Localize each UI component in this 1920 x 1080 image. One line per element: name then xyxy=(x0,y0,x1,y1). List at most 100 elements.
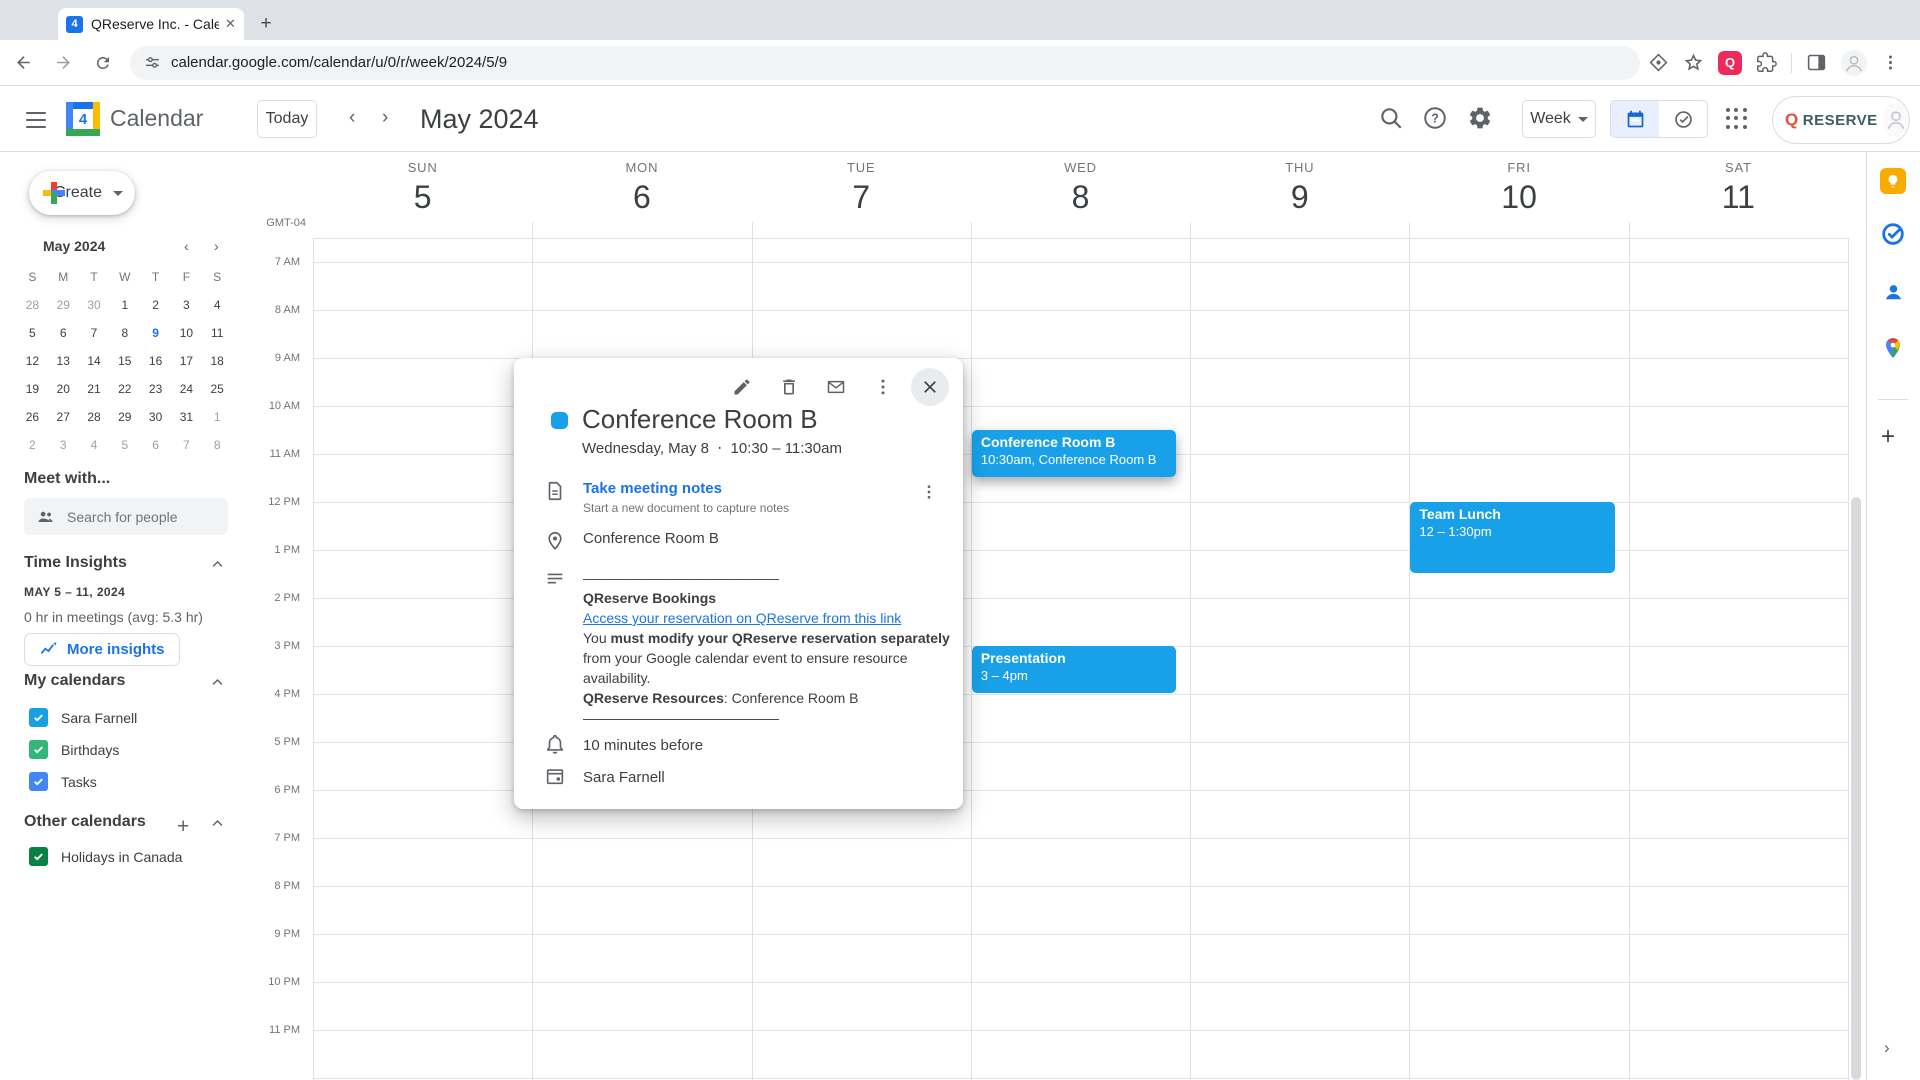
calendar-checkbox-icon[interactable] xyxy=(29,772,48,791)
mini-calendar-day[interactable]: 22 xyxy=(109,375,140,403)
search-icon[interactable] xyxy=(1378,105,1406,133)
meeting-notes-row[interactable]: Take meeting notes Start a new document … xyxy=(544,480,789,515)
browser-menu-icon[interactable] xyxy=(1881,53,1900,72)
site-controls-icon[interactable] xyxy=(144,54,161,71)
next-week-icon[interactable]: › xyxy=(382,107,388,129)
extensions-puzzle-icon[interactable] xyxy=(1756,52,1777,73)
day-header[interactable]: FRI10 xyxy=(1409,160,1628,216)
mini-calendar-day[interactable]: 20 xyxy=(48,375,79,403)
mini-calendar-day[interactable]: 30 xyxy=(79,291,110,319)
my-calendars-collapse-icon[interactable] xyxy=(210,675,226,691)
tab-close-icon[interactable]: ✕ xyxy=(225,16,236,32)
url-text[interactable]: calendar.google.com/calendar/u/0/r/week/… xyxy=(171,54,507,71)
google-apps-icon[interactable] xyxy=(1726,108,1748,130)
add-other-calendars-icon[interactable]: + xyxy=(177,815,189,839)
calendar-list-item[interactable]: Tasks xyxy=(29,772,97,791)
event-block[interactable]: Team Lunch12 – 1:30pm xyxy=(1410,502,1614,573)
more-insights-button[interactable]: More insights xyxy=(24,633,180,666)
browser-tab[interactable]: 4 QReserve Inc. - Calendar - W ✕ xyxy=(58,8,244,40)
mini-calendar-day[interactable]: 27 xyxy=(48,403,79,431)
view-selector-button[interactable]: Week xyxy=(1522,100,1596,138)
mini-calendar-day[interactable]: 1 xyxy=(202,403,233,431)
mini-calendar-day[interactable]: 8 xyxy=(109,319,140,347)
edit-event-icon[interactable] xyxy=(723,368,761,406)
mini-calendar-day[interactable]: 5 xyxy=(17,319,48,347)
mini-calendar-day[interactable]: 21 xyxy=(79,375,110,403)
forward-icon[interactable] xyxy=(46,46,80,80)
other-calendars-collapse-icon[interactable] xyxy=(210,816,226,832)
calendar-list-item[interactable]: Birthdays xyxy=(29,740,119,759)
mini-calendar-day[interactable]: 23 xyxy=(140,375,171,403)
mini-calendar-day[interactable]: 13 xyxy=(48,347,79,375)
mini-calendar-day[interactable]: 18 xyxy=(202,347,233,375)
get-add-ons-icon[interactable]: + xyxy=(1881,423,1895,451)
more-options-icon[interactable] xyxy=(864,368,902,406)
mini-calendar-day[interactable]: 4 xyxy=(202,291,233,319)
delete-event-icon[interactable] xyxy=(770,368,808,406)
profile-avatar[interactable] xyxy=(1841,50,1867,76)
mini-calendar-day[interactable]: 25 xyxy=(202,375,233,403)
mini-calendar-next-icon[interactable]: › xyxy=(214,238,219,254)
mini-calendar-day[interactable]: 29 xyxy=(48,291,79,319)
close-popup-icon[interactable] xyxy=(911,368,949,406)
mini-calendar-day[interactable]: 15 xyxy=(109,347,140,375)
today-button[interactable]: Today xyxy=(257,100,317,138)
mini-calendar-day[interactable]: 14 xyxy=(79,347,110,375)
time-insights-collapse-icon[interactable] xyxy=(210,557,226,573)
mini-calendar-day[interactable]: 4 xyxy=(79,431,110,459)
mini-calendar-day[interactable]: 31 xyxy=(171,403,202,431)
mini-calendar-day[interactable]: 5 xyxy=(109,431,140,459)
qreserve-extension-icon[interactable]: Q xyxy=(1718,51,1742,75)
mini-calendar-day[interactable]: 8 xyxy=(202,431,233,459)
day-header[interactable]: WED8 xyxy=(971,160,1190,216)
day-header[interactable]: TUE7 xyxy=(752,160,971,216)
mini-calendar-day[interactable]: 2 xyxy=(140,291,171,319)
help-icon[interactable]: ? xyxy=(1422,105,1450,133)
take-meeting-notes-link[interactable]: Take meeting notes xyxy=(583,480,789,498)
mini-calendar-day[interactable]: 3 xyxy=(48,431,79,459)
mini-calendar-day[interactable]: 11 xyxy=(202,319,233,347)
mini-calendar-day[interactable]: 28 xyxy=(79,403,110,431)
mini-calendar-day[interactable]: 9 xyxy=(140,319,171,347)
event-block[interactable]: Presentation3 – 4pm xyxy=(972,646,1176,693)
mini-calendar-day[interactable]: 29 xyxy=(109,403,140,431)
url-bar[interactable]: calendar.google.com/calendar/u/0/r/week/… xyxy=(130,46,1640,80)
mini-calendar-day[interactable]: 16 xyxy=(140,347,171,375)
keep-icon[interactable] xyxy=(1879,167,1907,195)
calendar-list-item[interactable]: Sara Farnell xyxy=(29,708,137,727)
mini-calendar-day[interactable]: 26 xyxy=(17,403,48,431)
mini-calendar-day[interactable]: 3 xyxy=(171,291,202,319)
calendar-checkbox-icon[interactable] xyxy=(29,847,48,866)
mini-calendar-day[interactable]: 1 xyxy=(109,291,140,319)
day-header[interactable]: THU9 xyxy=(1190,160,1409,216)
contacts-icon[interactable] xyxy=(1879,277,1907,305)
reload-icon[interactable] xyxy=(86,46,120,80)
day-header[interactable]: SUN5 xyxy=(313,160,532,216)
vertical-scrollbar[interactable] xyxy=(1851,497,1861,1080)
mini-calendar-day[interactable]: 6 xyxy=(140,431,171,459)
mini-calendar-day[interactable]: 7 xyxy=(79,319,110,347)
new-tab-button[interactable]: + xyxy=(254,12,278,36)
mini-calendar-day[interactable]: 17 xyxy=(171,347,202,375)
calendar-list-item[interactable]: Holidays in Canada xyxy=(29,847,182,866)
reading-mode-icon[interactable] xyxy=(1648,52,1669,73)
mini-calendar-day[interactable]: 19 xyxy=(17,375,48,403)
bookmark-star-icon[interactable] xyxy=(1683,52,1704,73)
search-for-people-input[interactable]: Search for people xyxy=(24,498,228,535)
event-block[interactable]: Conference Room B10:30am, Conference Roo… xyxy=(972,430,1176,477)
tasks-icon[interactable] xyxy=(1879,220,1907,248)
mini-calendar-day[interactable]: 10 xyxy=(171,319,202,347)
mini-calendar-day[interactable]: 24 xyxy=(171,375,202,403)
qreserve-account-pill[interactable]: Q RESERVE xyxy=(1772,96,1910,144)
back-icon[interactable] xyxy=(6,46,40,80)
maps-icon[interactable] xyxy=(1879,334,1907,362)
mini-calendar-day[interactable]: 12 xyxy=(17,347,48,375)
mini-calendar-day[interactable]: 2 xyxy=(17,431,48,459)
mini-calendar-day[interactable]: 28 xyxy=(17,291,48,319)
email-guests-icon[interactable] xyxy=(817,368,855,406)
mini-calendar-day[interactable]: 30 xyxy=(140,403,171,431)
qreserve-reservation-link[interactable]: Access your reservation on QReserve from… xyxy=(583,610,901,626)
mini-calendar-prev-icon[interactable]: ‹ xyxy=(184,238,189,254)
calendar-checkbox-icon[interactable] xyxy=(29,740,48,759)
prev-week-icon[interactable]: ‹ xyxy=(349,107,355,129)
